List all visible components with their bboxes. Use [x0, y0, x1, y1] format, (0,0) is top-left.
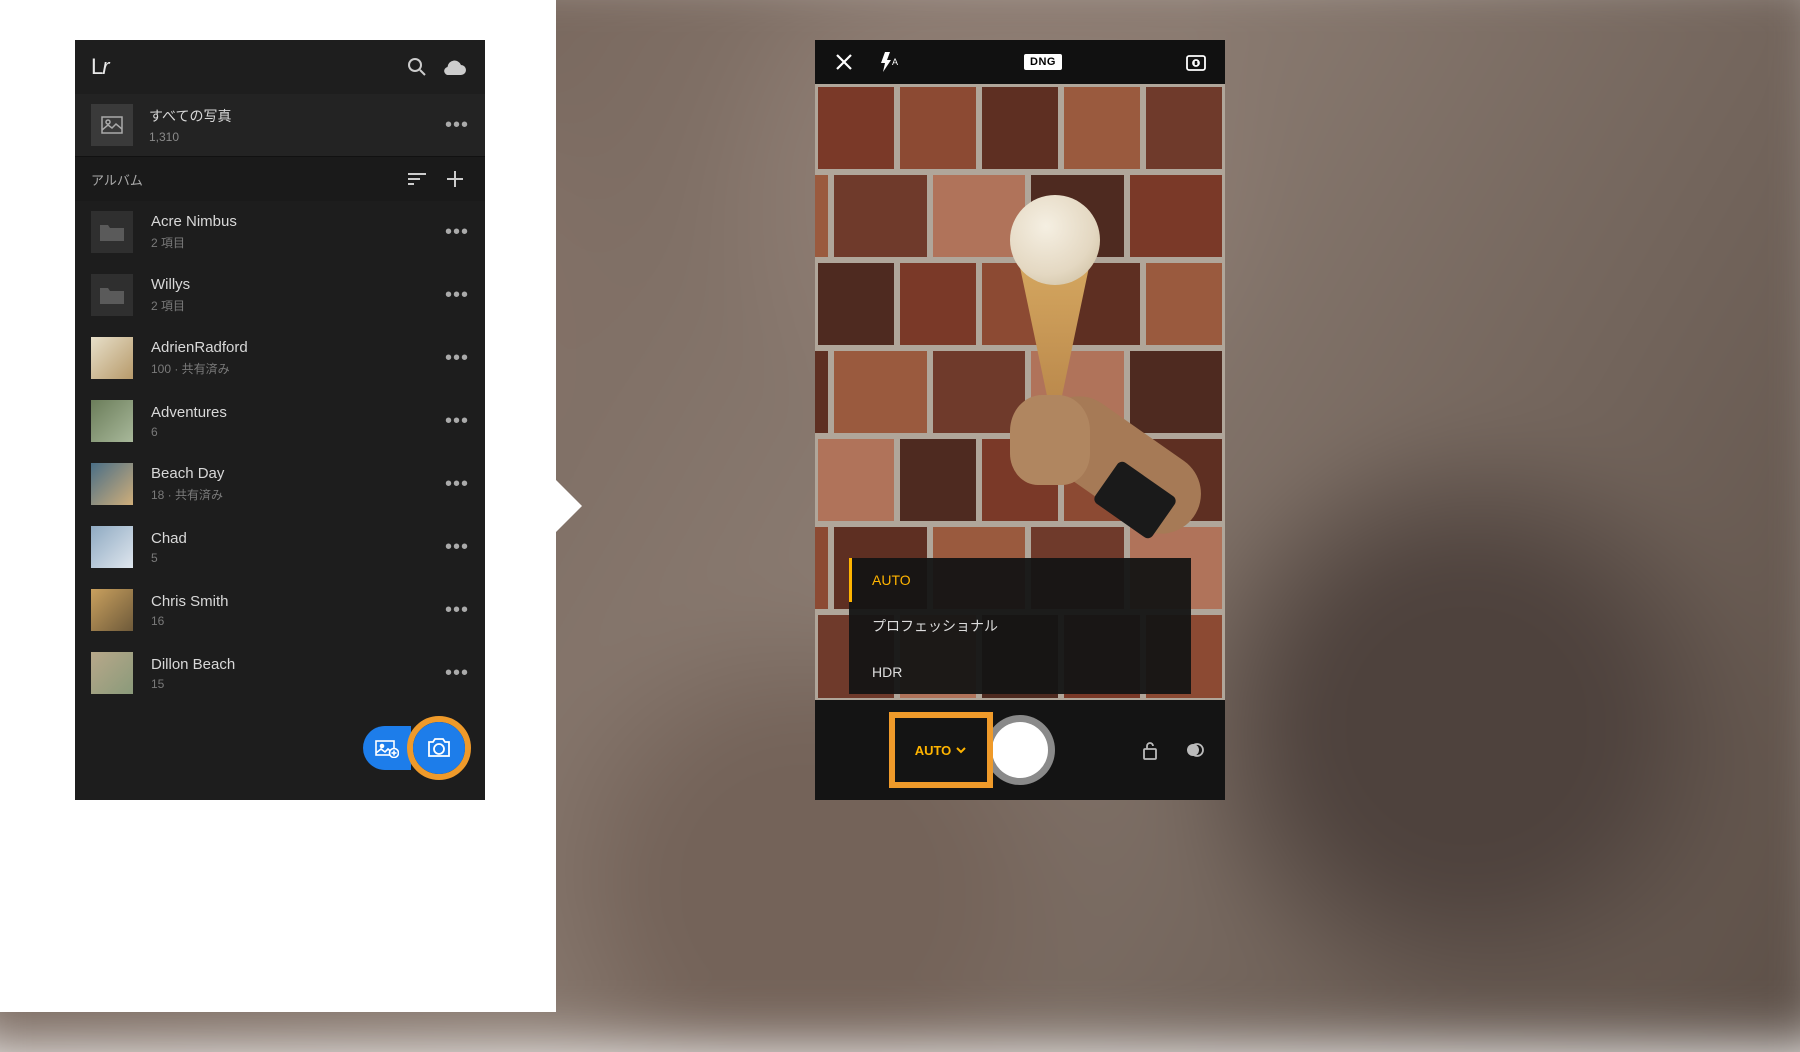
all-photos-more-icon[interactable]: •••	[445, 114, 469, 137]
switch-camera-icon[interactable]	[1181, 52, 1211, 72]
search-icon[interactable]	[403, 53, 431, 81]
album-more-icon[interactable]: •••	[445, 347, 469, 370]
album-more-icon[interactable]: •••	[445, 221, 469, 244]
mode-menu-item[interactable]: AUTO	[849, 558, 1191, 602]
camera-bottom-bar: AUTO	[815, 700, 1225, 800]
album-name: AdrienRadford	[151, 339, 445, 356]
capture-mode-menu: AUTOプロフェッショナルHDR	[849, 558, 1191, 694]
album-meta: 2 項目	[151, 297, 445, 314]
ice-cream-subject	[1000, 195, 1110, 495]
svg-text:A: A	[892, 57, 898, 67]
close-icon[interactable]	[829, 53, 859, 71]
album-thumbnail	[91, 400, 133, 442]
folder-icon	[91, 211, 133, 253]
album-name: Acre Nimbus	[151, 213, 445, 230]
add-photos-fab[interactable]	[363, 726, 411, 770]
album-meta: 18 · 共有済み	[151, 486, 445, 503]
all-photos-thumb	[91, 104, 133, 146]
sort-icon[interactable]	[403, 165, 431, 193]
albums-header-label: アルバム	[91, 170, 143, 189]
fab-group	[363, 716, 471, 780]
camera-capture-screen: A DNG AUTOプロフェッショナルHDR AUTO	[815, 40, 1225, 800]
album-row[interactable]: Beach Day 18 · 共有済み•••	[75, 453, 485, 516]
album-meta: 15	[151, 677, 445, 691]
album-more-icon[interactable]: •••	[445, 599, 469, 622]
camera-top-bar: A DNG	[815, 40, 1225, 84]
all-photos-text: すべての写真 1,310	[149, 106, 445, 144]
mode-selector-label: AUTO	[915, 743, 952, 758]
camera-fab-highlight	[407, 716, 471, 780]
cloud-sync-icon[interactable]	[441, 53, 469, 81]
album-name: Chad	[151, 530, 445, 547]
album-meta: 100 · 共有済み	[151, 360, 445, 377]
album-row[interactable]: Willys 2 項目•••	[75, 264, 485, 327]
album-row[interactable]: Dillon Beach 15•••	[75, 642, 485, 705]
all-photos-label: すべての写真	[149, 106, 445, 126]
album-name: Dillon Beach	[151, 656, 445, 673]
album-list: Acre Nimbus2 項目•••Willys2 項目•••AdrienRad…	[75, 201, 485, 705]
album-thumbnail	[91, 589, 133, 631]
album-row[interactable]: Adventures 6•••	[75, 390, 485, 453]
album-thumbnail	[91, 463, 133, 505]
album-meta: 2 項目	[151, 234, 445, 251]
flash-auto-icon[interactable]: A	[875, 52, 905, 72]
album-meta: 6	[151, 425, 445, 439]
album-name: Willys	[151, 276, 445, 293]
folder-icon	[91, 274, 133, 316]
album-row[interactable]: Chad 5•••	[75, 516, 485, 579]
camera-fab[interactable]	[413, 722, 465, 774]
mode-menu-item[interactable]: HDR	[849, 650, 1191, 694]
album-more-icon[interactable]: •••	[445, 284, 469, 307]
album-row[interactable]: AdrienRadford 100 · 共有済み•••	[75, 327, 485, 390]
album-more-icon[interactable]: •••	[445, 410, 469, 433]
album-thumbnail	[91, 337, 133, 379]
album-name: Chris Smith	[151, 593, 445, 610]
lock-open-icon[interactable]	[1141, 740, 1159, 760]
lightroom-library-screen: Lr すべての写真 1,310 ••• アルバム	[75, 40, 485, 800]
dng-badge[interactable]: DNG	[1024, 54, 1062, 70]
shutter-button[interactable]	[985, 715, 1055, 785]
albums-header-row: アルバム	[75, 156, 485, 201]
album-row[interactable]: Chris Smith 16•••	[75, 579, 485, 642]
album-name: Beach Day	[151, 465, 445, 482]
library-top-bar: Lr	[75, 40, 485, 94]
presets-icon[interactable]	[1185, 740, 1205, 760]
album-meta: 16	[151, 614, 445, 628]
all-photos-row[interactable]: すべての写真 1,310 •••	[75, 94, 485, 156]
all-photos-count: 1,310	[149, 130, 445, 144]
camera-viewfinder[interactable]: AUTOプロフェッショナルHDR	[815, 84, 1225, 700]
mode-menu-item[interactable]: プロフェッショナル	[849, 602, 1191, 650]
mode-selector-button[interactable]: AUTO	[889, 712, 993, 788]
album-more-icon[interactable]: •••	[445, 536, 469, 559]
add-album-icon[interactable]	[441, 165, 469, 193]
album-thumbnail	[91, 526, 133, 568]
flow-arrow-icon	[556, 480, 582, 532]
album-more-icon[interactable]: •••	[445, 473, 469, 496]
album-more-icon[interactable]: •••	[445, 662, 469, 685]
album-thumbnail	[91, 652, 133, 694]
album-row[interactable]: Acre Nimbus 2 項目•••	[75, 201, 485, 264]
album-name: Adventures	[151, 404, 445, 421]
app-logo: Lr	[91, 54, 393, 80]
album-meta: 5	[151, 551, 445, 565]
left-white-panel: Lr すべての写真 1,310 ••• アルバム	[0, 0, 556, 1012]
